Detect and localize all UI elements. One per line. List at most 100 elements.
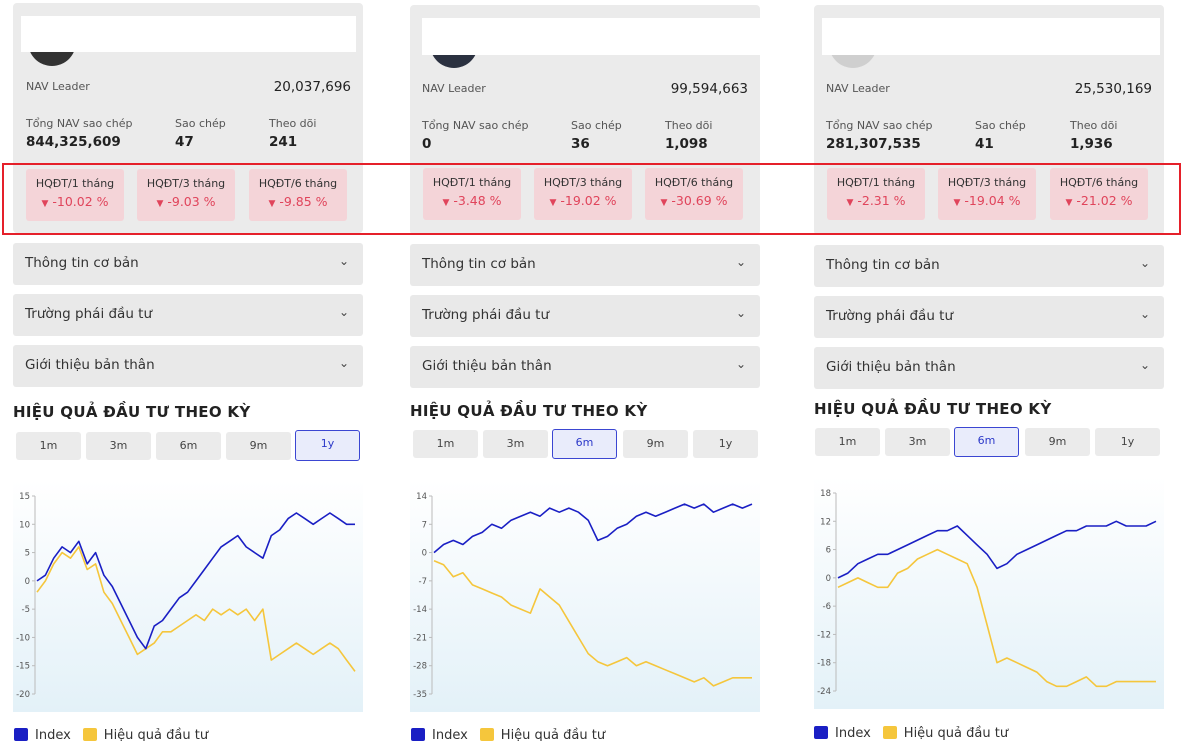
chevron-down-icon: ⌄ <box>1139 256 1150 270</box>
accordion-basic-info[interactable]: Thông tin cơ bản ⌄ <box>410 244 760 286</box>
accordion-title: Thông tin cơ bản <box>422 256 536 272</box>
chevron-down-icon: ⌄ <box>735 306 746 320</box>
period-button-3m[interactable]: 3m <box>86 432 151 460</box>
nav-leader-label: NAV Leader <box>26 80 90 93</box>
period-button-9m[interactable]: 9m <box>623 430 688 458</box>
legend-swatch-index <box>814 726 828 739</box>
accordion-self-intro[interactable]: Giới thiệu bản thân ⌄ <box>410 346 760 388</box>
redaction-mask <box>21 16 356 52</box>
chart-background <box>410 480 760 712</box>
legend-swatch-hqdt <box>882 726 897 739</box>
accordion-title: Giới thiệu bản thân <box>422 358 552 374</box>
chart-background <box>814 477 1164 709</box>
period-button-1y[interactable]: 1y <box>693 430 758 458</box>
y-tick-label: 5 <box>25 549 30 559</box>
period-button-6m[interactable]: 6m <box>954 427 1019 457</box>
followers-value: 1,098 <box>665 136 708 152</box>
y-tick-label: 0 <box>25 577 30 587</box>
period-button-3m[interactable]: 3m <box>885 428 950 456</box>
legend-swatch-index <box>14 728 28 741</box>
followers-label: Theo dõi <box>1070 119 1118 132</box>
nav-leader-label: NAV Leader <box>826 82 890 95</box>
redaction-mask <box>822 18 1160 55</box>
accordion-self-intro[interactable]: Giới thiệu bản thân ⌄ <box>13 345 363 387</box>
copies-label: Sao chép <box>975 119 1026 132</box>
legend-index-label: Index <box>835 726 871 741</box>
nav-leader-value: 25,530,169 <box>1074 81 1152 97</box>
performance-chart: 14 7 0 -7 -14 -21 -28 -35 <box>410 480 760 712</box>
accordion-title: Trường phái đầu tư <box>25 306 153 322</box>
y-tick-label: -35 <box>413 690 427 700</box>
section-title: HIỆU QUẢ ĐẦU TƯ THEO KỲ <box>410 402 648 420</box>
chevron-down-icon: ⌄ <box>338 305 349 319</box>
y-tick-label: 0 <box>422 549 427 559</box>
accordion-investment-style[interactable]: Trường phái đầu tư ⌄ <box>814 296 1164 338</box>
period-button-1m[interactable]: 1m <box>815 428 880 456</box>
chevron-down-icon: ⌄ <box>1139 358 1150 372</box>
period-button-6m[interactable]: 6m <box>156 432 221 460</box>
accordion-title: Trường phái đầu tư <box>422 307 550 323</box>
chart-legend: Index Hiệu quả đầu tư <box>14 728 208 741</box>
accordion-investment-style[interactable]: Trường phái đầu tư ⌄ <box>410 295 760 337</box>
section-title: HIỆU QUẢ ĐẦU TƯ THEO KỲ <box>814 400 1052 418</box>
y-tick-label: -5 <box>22 605 30 615</box>
y-tick-label: -10 <box>16 633 30 643</box>
legend-hqdt-label: Hiệu quả đầu tư <box>903 726 1009 741</box>
y-tick-label: -6 <box>823 602 831 612</box>
accordion-basic-info[interactable]: Thông tin cơ bản ⌄ <box>814 245 1164 287</box>
followers-value: 1,936 <box>1070 136 1113 152</box>
chevron-down-icon: ⌄ <box>338 254 349 268</box>
period-button-1m[interactable]: 1m <box>413 430 478 458</box>
legend-hqdt-label: Hiệu quả đầu tư <box>103 728 209 741</box>
leader-panel-3: NAV Leader 25,530,169 Tổng NAV sao chép … <box>814 5 1166 741</box>
y-tick-label: 15 <box>19 492 30 502</box>
period-button-1m[interactable]: 1m <box>16 432 81 460</box>
copies-value: 41 <box>975 136 994 152</box>
y-tick-label: -21 <box>413 633 427 643</box>
y-tick-label: -12 <box>817 630 831 640</box>
y-tick-label: 14 <box>416 492 427 502</box>
accordion-title: Thông tin cơ bản <box>826 257 940 273</box>
y-tick-label: 10 <box>19 520 30 530</box>
followers-value: 241 <box>269 134 298 150</box>
period-button-6m[interactable]: 6m <box>552 429 617 459</box>
legend-index-label: Index <box>35 728 71 741</box>
nav-leader-value: 99,594,663 <box>670 81 748 97</box>
chevron-down-icon: ⌄ <box>735 255 746 269</box>
period-button-3m[interactable]: 3m <box>483 430 548 458</box>
chart-legend: Index Hiệu quả đầu tư <box>814 726 1008 741</box>
accordion-self-intro[interactable]: Giới thiệu bản thân ⌄ <box>814 347 1164 389</box>
y-tick-label: -14 <box>413 605 427 615</box>
y-tick-label: 6 <box>826 546 831 556</box>
chevron-down-icon: ⌄ <box>338 356 349 370</box>
chevron-down-icon: ⌄ <box>735 357 746 371</box>
nav-leader-value: 20,037,696 <box>273 79 351 95</box>
period-button-9m[interactable]: 9m <box>1025 428 1090 456</box>
y-tick-label: 0 <box>826 574 831 584</box>
y-tick-label: 18 <box>820 489 831 499</box>
accordion-title: Giới thiệu bản thân <box>25 357 155 373</box>
y-tick-label: 7 <box>422 520 427 530</box>
period-button-1y[interactable]: 1y <box>1095 428 1160 456</box>
legend-hqdt-label: Hiệu quả đầu tư <box>500 728 606 741</box>
copies-value: 47 <box>175 134 194 150</box>
total-nav-value: 844,325,609 <box>26 134 121 150</box>
y-tick-label: -24 <box>817 687 831 697</box>
y-tick-label: -7 <box>419 577 427 587</box>
period-button-1y[interactable]: 1y <box>295 430 360 461</box>
followers-label: Theo dõi <box>269 117 317 130</box>
y-tick-label: -20 <box>16 690 30 700</box>
accordion-basic-info[interactable]: Thông tin cơ bản ⌄ <box>13 243 363 285</box>
total-nav-value: 0 <box>422 136 432 152</box>
chart-background <box>13 480 363 712</box>
leader-panel-2: NAV Leader 99,594,663 Tổng NAV sao chép … <box>410 5 762 741</box>
copies-label: Sao chép <box>175 117 226 130</box>
legend-index-label: Index <box>432 728 468 741</box>
accordion-title: Thông tin cơ bản <box>25 255 139 271</box>
performance-chart: 18 12 6 0 -6 -12 -18 -24 <box>814 477 1164 709</box>
accordion-investment-style[interactable]: Trường phái đầu tư ⌄ <box>13 294 363 336</box>
legend-swatch-hqdt <box>479 728 494 741</box>
total-nav-label: Tổng NAV sao chép <box>422 119 529 132</box>
accordion-title: Trường phái đầu tư <box>826 308 954 324</box>
period-button-9m[interactable]: 9m <box>226 432 291 460</box>
